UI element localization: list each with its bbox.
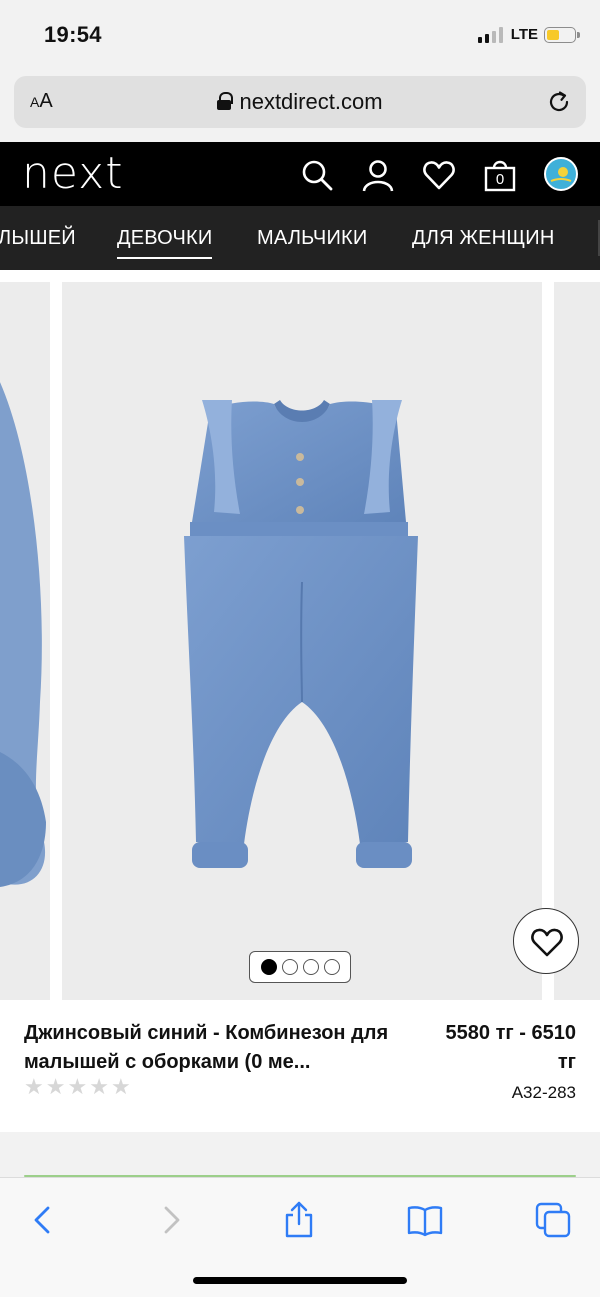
add-to-wishlist-button[interactable] <box>513 908 579 974</box>
battery-icon <box>544 26 580 43</box>
category-girls[interactable]: ДЕВОЧКИ <box>117 227 213 259</box>
reload-icon[interactable] <box>546 89 572 115</box>
signal-icon <box>477 26 503 43</box>
share-icon[interactable] <box>279 1200 319 1240</box>
category-nav: ЛЫШЕЙ ДЕВОЧКИ МАЛЬЧИКИ ДЛЯ ЖЕНЩИН <box>0 206 600 270</box>
category-babies[interactable]: ЛЫШЕЙ <box>0 227 76 250</box>
lock-icon <box>217 92 234 110</box>
carousel-dot-4[interactable] <box>323 959 340 975</box>
rating-stars: ★ ★ ★ ★ ★ <box>24 1076 131 1098</box>
carousel-dot-3[interactable] <box>302 959 319 975</box>
star-icon: ★ <box>24 1074 44 1099</box>
bag-icon[interactable]: 0 <box>483 158 517 192</box>
status-indicators: LTE <box>477 26 580 43</box>
product-sku: A32-283 <box>511 1083 576 1102</box>
star-icon: ★ <box>110 1074 131 1099</box>
bookmarks-icon[interactable] <box>405 1200 445 1240</box>
carousel-dot-2[interactable] <box>281 959 298 975</box>
carousel-dot-1[interactable] <box>260 959 277 975</box>
product-carousel[interactable] <box>0 270 600 1000</box>
wishlist-icon[interactable] <box>422 158 456 192</box>
star-icon: ★ <box>89 1074 109 1099</box>
status-bar: 19:54 LTE <box>0 0 600 70</box>
status-time: 19:54 <box>44 22 102 47</box>
account-icon[interactable] <box>361 158 395 192</box>
heart-icon <box>531 928 563 957</box>
price-line-1: 5580 тг - 6510 <box>445 1022 576 1044</box>
forward-icon[interactable] <box>152 1200 192 1240</box>
product-info: Джинсовый синий - Комбинезон для малышей… <box>0 1000 600 1132</box>
price-line-2: тг <box>557 1051 576 1073</box>
carousel-pagination <box>249 951 351 983</box>
country-flag-icon[interactable] <box>544 157 578 191</box>
home-indicator <box>193 1277 407 1284</box>
category-boys[interactable]: МАЛЬЧИКИ <box>257 227 367 250</box>
address-bar[interactable]: AA nextdirect.com <box>14 76 586 128</box>
next-slide-image[interactable] <box>554 282 600 1000</box>
product-image[interactable] <box>62 282 542 1000</box>
site-header: next 0 <box>0 142 600 206</box>
tabs-icon[interactable] <box>533 1200 573 1240</box>
main-slide[interactable] <box>62 282 542 1000</box>
product-title[interactable]: Джинсовый синий - Комбинезон для малышей… <box>24 1019 414 1077</box>
url-text: nextdirect.com <box>239 89 383 114</box>
star-icon: ★ <box>67 1074 88 1099</box>
back-icon[interactable] <box>22 1200 62 1240</box>
previous-slide-image[interactable] <box>0 282 50 1000</box>
next-logo[interactable]: next <box>22 148 123 199</box>
star-icon: ★ <box>45 1074 66 1099</box>
bag-count: 0 <box>495 171 505 188</box>
network-label: LTE <box>510 26 538 43</box>
product-price: 5580 тг - 6510 тг <box>406 1019 576 1077</box>
url-field[interactable]: nextdirect.com <box>14 89 586 115</box>
category-women[interactable]: ДЛЯ ЖЕНЩИН <box>412 227 555 250</box>
section-gap <box>0 1132 600 1176</box>
search-icon[interactable] <box>300 158 334 192</box>
